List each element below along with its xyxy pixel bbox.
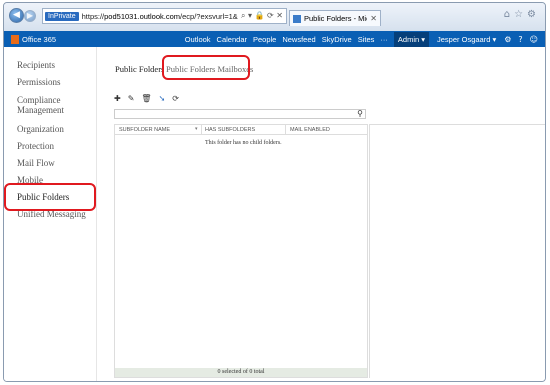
refresh-icon[interactable]: ⟳ xyxy=(172,94,179,103)
sidebar-item-organization[interactable]: Organization xyxy=(17,124,64,135)
browser-window: ◀ ▶ InPrivate https://pod51031.outlook.c… xyxy=(3,2,546,382)
admin-center-content: Recipients Permissions Compliance Manage… xyxy=(4,47,545,381)
details-pane xyxy=(369,124,545,378)
address-bar-icons[interactable]: ⌕ ▾ 🔒 ⟳ ✕ xyxy=(238,11,286,21)
highlight-public-folders xyxy=(4,183,96,211)
sidebar-item-protection[interactable]: Protection xyxy=(17,141,54,152)
sidebar-item-permissions[interactable]: Permissions xyxy=(17,77,61,88)
column-separator xyxy=(285,125,286,135)
highlight-public-folders-mailboxes xyxy=(162,55,250,80)
browser-toolbar-icons[interactable]: ⌂☆⚙ xyxy=(504,9,540,20)
user-menu[interactable]: Jesper Osgaard ▾ xyxy=(437,35,496,44)
sidebar-item-compliance-management[interactable]: Management xyxy=(17,105,64,116)
sidebar-item-recipients[interactable]: Recipients xyxy=(17,60,55,71)
top-navigation: Outlook Calendar People Newsfeed SkyDriv… xyxy=(185,31,437,47)
left-navigation: Recipients Permissions Compliance Manage… xyxy=(4,47,96,381)
forward-button[interactable]: ▶ xyxy=(24,10,36,22)
column-has-subfolders[interactable]: HAS SUBFOLDERS xyxy=(205,127,255,133)
office-logo-icon xyxy=(11,34,19,44)
grid-header: SUBFOLDER NAME ▾ HAS SUBFOLDERS MAIL ENA… xyxy=(115,125,367,135)
move-icon[interactable]: ➘ xyxy=(159,94,166,103)
tab-public-folders[interactable]: Public Folders xyxy=(115,64,164,74)
address-bar[interactable]: InPrivate https://pod51031.outlook.com/e… xyxy=(42,8,287,24)
sidebar-divider xyxy=(96,47,97,381)
office365-navbar: Office 365 Outlook Calendar People Newsf… xyxy=(4,31,545,47)
nav-skydrive[interactable]: SkyDrive xyxy=(322,35,352,44)
nav-people[interactable]: People xyxy=(253,35,276,44)
office365-brand[interactable]: Office 365 xyxy=(4,34,185,44)
browser-tab[interactable]: Public Folders - Microsoft E... ✕ xyxy=(289,10,381,26)
url-text[interactable]: https://pod51031.outlook.com/ecp/?exsvur… xyxy=(82,12,238,21)
office-favicon-icon xyxy=(293,14,301,23)
sidebar-item-mail-flow[interactable]: Mail Flow xyxy=(17,158,55,169)
search-input[interactable]: ⚲ xyxy=(114,109,366,119)
column-subfolder-name[interactable]: SUBFOLDER NAME xyxy=(119,127,170,133)
nav-outlook[interactable]: Outlook xyxy=(185,35,211,44)
empty-message: This folder has no child folders. xyxy=(205,140,282,146)
close-tab-icon[interactable]: ✕ xyxy=(370,14,377,23)
delete-icon[interactable]: 🗑 xyxy=(141,94,151,103)
sort-arrow-icon[interactable]: ▾ xyxy=(195,126,198,132)
column-mail-enabled[interactable]: MAIL ENABLED xyxy=(290,127,330,133)
nav-newsfeed[interactable]: Newsfeed xyxy=(282,35,315,44)
subfolder-grid: SUBFOLDER NAME ▾ HAS SUBFOLDERS MAIL ENA… xyxy=(114,124,368,378)
inprivate-badge: InPrivate xyxy=(45,11,79,21)
browser-chrome: ◀ ▶ InPrivate https://pod51031.outlook.c… xyxy=(4,3,545,31)
nav-calendar[interactable]: Calendar xyxy=(217,35,247,44)
action-toolbar: ✚ ✎ 🗑 ➘ ⟳ xyxy=(114,94,179,103)
search-icon[interactable]: ⚲ xyxy=(357,109,363,118)
help-icon[interactable]: ? xyxy=(518,35,522,44)
nav-admin[interactable]: Admin ▾ xyxy=(393,31,430,47)
column-separator xyxy=(201,125,202,135)
brand-name: Office 365 xyxy=(22,34,57,44)
back-button[interactable]: ◀ xyxy=(9,8,24,23)
grid-footer-status: 0 selected of 0 total xyxy=(115,368,367,377)
smiley-feedback-icon[interactable]: ☺ xyxy=(530,35,538,44)
nav-sites[interactable]: Sites xyxy=(358,35,375,44)
edit-icon[interactable]: ✎ xyxy=(128,94,135,103)
add-icon[interactable]: ✚ xyxy=(114,94,121,103)
settings-gear-icon[interactable]: ⚙ xyxy=(504,35,511,44)
nav-more[interactable]: ··· xyxy=(380,35,388,44)
tab-title: Public Folders - Microsoft E... xyxy=(304,14,367,23)
